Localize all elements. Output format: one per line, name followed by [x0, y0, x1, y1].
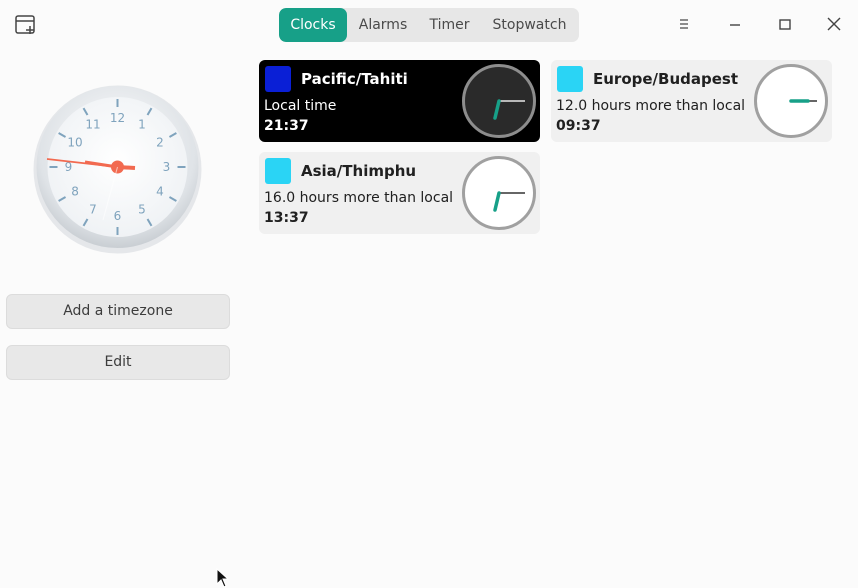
tab-timer[interactable]: Timer: [419, 8, 480, 42]
tab-alarms[interactable]: Alarms: [347, 8, 419, 42]
clock-numeral: 3: [163, 160, 171, 174]
clock-numeral: 8: [71, 185, 79, 199]
tab-clocks[interactable]: Clocks: [279, 8, 347, 42]
clock-time: 21:37: [264, 118, 309, 134]
mouse-cursor-icon: [216, 568, 230, 588]
mini-analog-clock: [754, 64, 828, 138]
color-swatch: [265, 66, 291, 92]
view-tabs: Clocks Alarms Timer Stopwatch: [279, 8, 579, 42]
clock-numeral: 5: [138, 202, 146, 216]
color-swatch: [557, 66, 583, 92]
minimize-icon[interactable]: [725, 14, 745, 34]
time-difference: 16.0 hours more than local: [264, 190, 454, 206]
clock-card-budapest[interactable]: Europe/Budapest 12.0 hours more than loc…: [551, 60, 832, 142]
mini-analog-clock: [462, 64, 536, 138]
tab-stopwatch[interactable]: Stopwatch: [480, 8, 579, 42]
title-bar: Clocks Alarms Timer Stopwatch: [0, 0, 858, 50]
clock-card-thimphu[interactable]: Asia/Thimphu 16.0 hours more than local …: [259, 152, 540, 234]
clock-numeral: 7: [89, 202, 97, 216]
close-icon[interactable]: [824, 14, 844, 34]
clock-numeral: 6: [114, 209, 122, 223]
local-analog-clock: 12 1234567891011: [33, 85, 202, 254]
menu-icon[interactable]: [674, 14, 694, 34]
add-timezone-button[interactable]: Add a timezone: [6, 294, 230, 329]
timezone-name: Asia/Thimphu: [301, 162, 417, 180]
edit-button[interactable]: Edit: [6, 345, 230, 380]
maximize-icon[interactable]: [775, 14, 795, 34]
clock-numeral: 1: [138, 118, 146, 132]
time-difference: Local time: [264, 98, 337, 114]
clock-numeral: 12: [110, 111, 125, 125]
color-swatch: [265, 158, 291, 184]
timezone-name: Pacific/Tahiti: [301, 70, 408, 88]
clock-numeral: 2: [156, 136, 164, 150]
mini-analog-clock: [462, 156, 536, 230]
clock-numeral: 11: [85, 118, 100, 132]
clock-numeral: 4: [156, 185, 164, 199]
clock-numeral: 10: [67, 136, 82, 150]
time-difference: 12.0 hours more than local: [556, 98, 746, 114]
clock-time: 13:37: [264, 210, 309, 226]
add-window-icon[interactable]: [14, 14, 36, 36]
timezone-name: Europe/Budapest: [593, 70, 738, 88]
clock-card-tahiti[interactable]: Pacific/Tahiti Local time 21:37: [259, 60, 540, 142]
clock-time: 09:37: [556, 118, 601, 134]
